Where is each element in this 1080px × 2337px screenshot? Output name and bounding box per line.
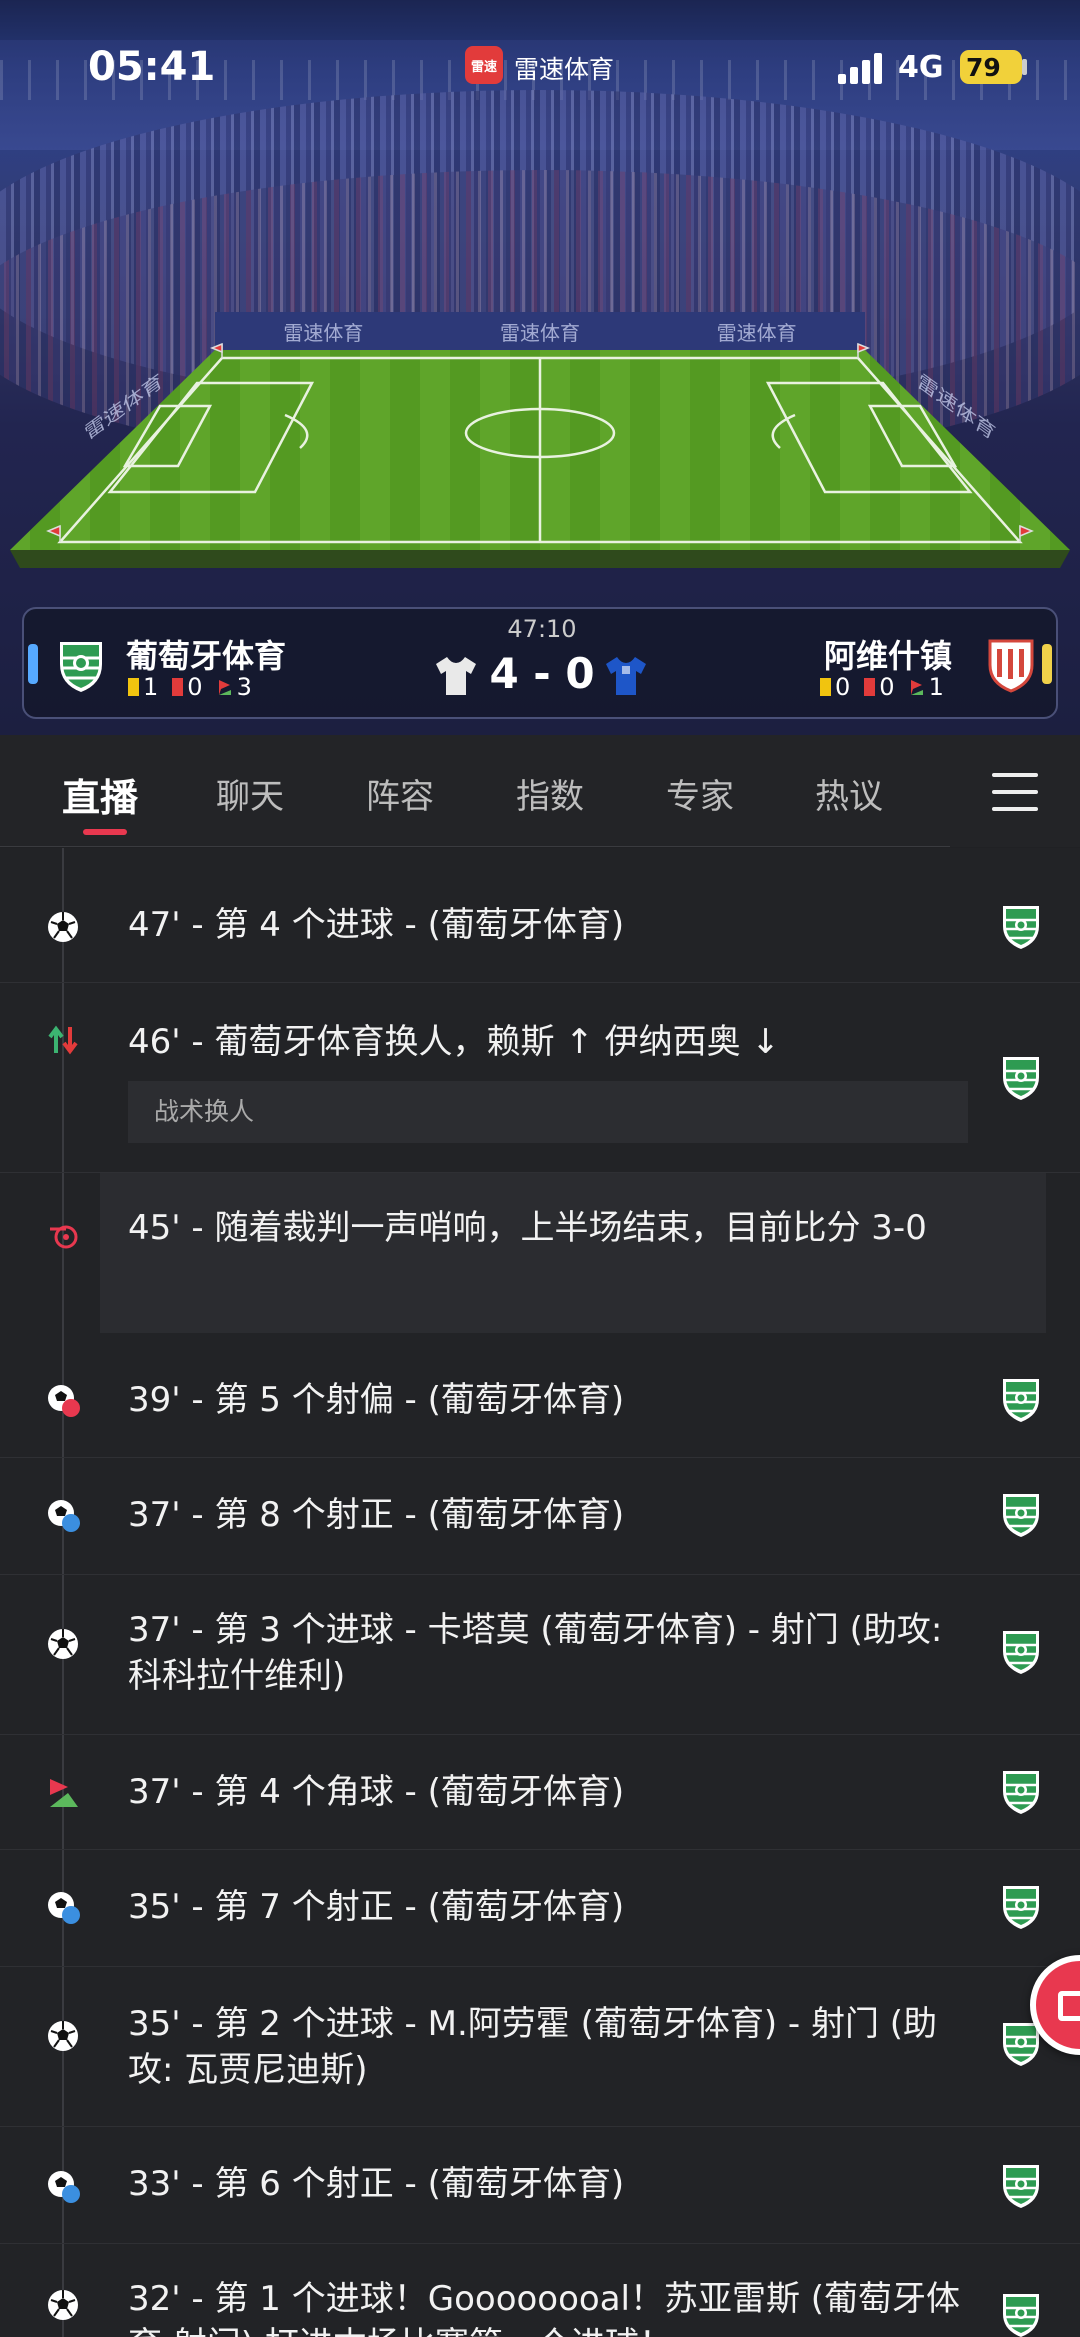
shot-on-target-icon (48, 2171, 80, 2203)
event-row[interactable]: 39' - 第 5 个射偏 - (葡萄牙体育) (0, 1343, 1080, 1458)
app-name: 雷速体育 (514, 55, 615, 84)
yellow-card-icon (820, 678, 831, 696)
event-highlight (100, 1173, 1046, 1333)
event-row[interactable]: 35' - 第 2 个进球 - M.阿劳霍 (葡萄牙体育) - 射门 (助攻: … (0, 1967, 1080, 2127)
tab-odds[interactable]: 指数 (516, 769, 584, 818)
network-type: 4G (898, 50, 944, 85)
away-red-cards: 0 (864, 673, 895, 701)
edit-icon (1058, 1991, 1080, 2021)
event-row[interactable]: 37' - 第 3 个进球 - 卡塔莫 (葡萄牙体育) - 射门 (助攻: 科科… (0, 1575, 1080, 1735)
tab-lineup[interactable]: 阵容 (366, 769, 434, 818)
away-corners: 1 (909, 673, 944, 701)
away-yellow-cards: 0 (820, 673, 850, 701)
event-row[interactable]: 37' - 第 8 个射正 - (葡萄牙体育) (0, 1458, 1080, 1575)
event-row-halftime[interactable]: 45' - 随着裁判一声哨响，上半场结束，目前比分 3-0 (0, 1173, 1080, 1343)
shot-on-target-icon (48, 1500, 80, 1532)
event-text: 47' - 第 4 个进球 - (葡萄牙体育) (128, 905, 625, 945)
tab-bar: 直播 聊天 阵容 指数 专家 热议 (0, 735, 1080, 847)
team-crest-icon (1003, 2294, 1039, 2337)
event-text: 35' - 第 7 个射正 - (葡萄牙体育) (128, 1887, 625, 1927)
tab-experts[interactable]: 专家 (666, 769, 734, 818)
away-stats: 0 0 1 (820, 673, 944, 701)
event-text: 37' - 第 8 个射正 - (葡萄牙体育) (128, 1495, 625, 1535)
battery-level: 79 (966, 52, 1001, 82)
whistle-icon (50, 1225, 78, 1249)
team-crest-icon (1003, 1057, 1039, 1100)
away-corner-count: 1 (928, 673, 944, 701)
team-crest-icon (1003, 906, 1039, 949)
event-row[interactable]: 32' - 第 1 个进球！Goooooooal！苏亚雷斯 (葡萄牙体育 射门)… (0, 2244, 1080, 2337)
away-team-name[interactable]: 阿维什镇 (824, 631, 952, 677)
battery-tip (1022, 59, 1027, 75)
event-note: 战术换人 (128, 1081, 968, 1143)
soccer-ball-icon (48, 912, 78, 942)
event-row[interactable]: 33' - 第 6 个射正 - (葡萄牙体育) (0, 2127, 1080, 2244)
stadium-header: 雷速体育 雷速体育 雷速体育 雷速体育 雷速体育 05:41 雷速 雷速体育 4… (0, 0, 1080, 735)
corner-flag-icon (50, 1779, 78, 1807)
event-text: 37' - 第 3 个进球 - 卡塔莫 (葡萄牙体育) - 射门 (助攻: 科科… (128, 1610, 943, 1696)
team-crest-icon (1003, 1494, 1039, 1537)
event-text: 35' - 第 2 个进球 - M.阿劳霍 (葡萄牙体育) - 射门 (助攻: … (128, 2004, 938, 2090)
event-text: 33' - 第 6 个射正 - (葡萄牙体育) (128, 2164, 625, 2204)
corner-flag-icon (910, 680, 923, 695)
app-logo-icon: 雷速 (465, 46, 503, 84)
shot-on-target-icon (48, 1892, 80, 1924)
team-crest-icon (1003, 1379, 1039, 1422)
soccer-ball-icon (48, 2021, 78, 2051)
menu-icon[interactable] (992, 773, 1038, 811)
soccer-ball-icon (48, 1629, 78, 1659)
event-text: 39' - 第 5 个射偏 - (葡萄牙体育) (128, 1380, 625, 1420)
pitch (10, 342, 1070, 568)
live-feed[interactable]: 47' - 第 4 个进球 - (葡萄牙体育) 46' - 葡萄牙体育换人，赖斯… (0, 848, 1080, 2337)
team-crest-icon (1003, 1886, 1039, 1929)
status-time: 05:41 (88, 44, 216, 90)
tab-discussion[interactable]: 热议 (815, 769, 883, 818)
tab-chat[interactable]: 聊天 (216, 769, 284, 818)
event-text: 37' - 第 4 个角球 - (葡萄牙体育) (128, 1772, 625, 1812)
event-text: 45' - 随着裁判一声哨响，上半场结束，目前比分 3-0 (128, 1208, 927, 1248)
substitution-icon (48, 1025, 78, 1055)
score-card[interactable]: 葡萄牙体育 1 0 3 47:10 4 - 0 阿维什镇 0 0 1 (22, 607, 1058, 719)
away-yellow-count: 0 (835, 673, 851, 701)
event-row[interactable]: 37' - 第 4 个角球 - (葡萄牙体育) (0, 1735, 1080, 1850)
event-text: 32' - 第 1 个进球！Goooooooal！苏亚雷斯 (葡萄牙体育 射门)… (128, 2279, 961, 2337)
event-text: 46' - 葡萄牙体育换人，赖斯 ↑ 伊纳西奥 ↓ (128, 1022, 780, 1062)
team-crest-icon (1003, 1771, 1039, 1814)
soccer-ball-icon (48, 2290, 78, 2320)
status-bar: 05:41 雷速 雷速体育 4G 79 (0, 0, 1080, 130)
signal-icon (838, 52, 888, 84)
away-jersey-icon (606, 657, 646, 695)
tabs-divider (0, 846, 950, 847)
away-red-count: 0 (879, 673, 895, 701)
team-crest-icon (1003, 1631, 1039, 1674)
tab-live[interactable]: 直播 (62, 767, 138, 822)
shot-off-target-icon (48, 1385, 80, 1417)
active-tab-indicator (83, 829, 127, 835)
away-crest-icon[interactable] (982, 636, 1040, 694)
event-row[interactable]: 35' - 第 7 个射正 - (葡萄牙体育) (0, 1850, 1080, 1967)
red-card-icon (864, 678, 876, 696)
event-row[interactable]: 47' - 第 4 个进球 - (葡萄牙体育) (0, 848, 1080, 983)
event-row[interactable]: 46' - 葡萄牙体育换人，赖斯 ↑ 伊纳西奥 ↓ 战术换人 (0, 983, 1080, 1173)
team-crest-icon (1003, 2165, 1039, 2208)
battery-icon: 79 (960, 50, 1022, 84)
